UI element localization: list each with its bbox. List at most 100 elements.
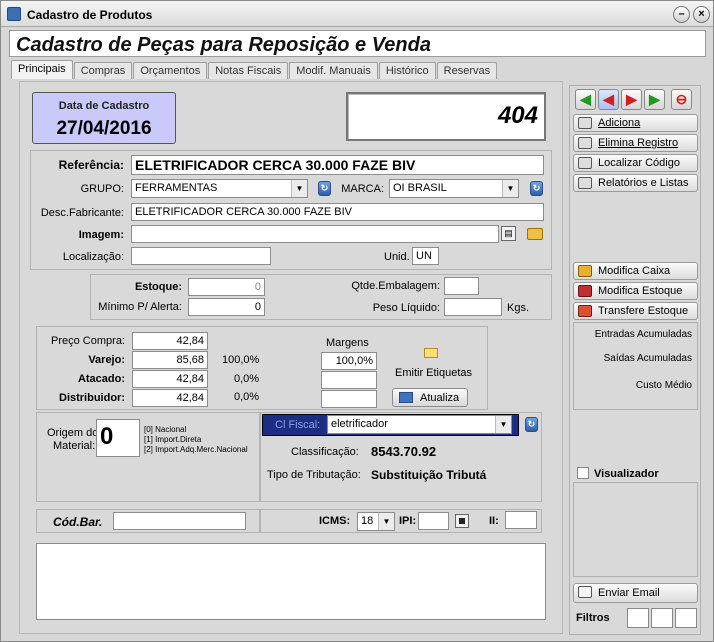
minimize-icon[interactable]: –: [673, 6, 690, 23]
cl-fiscal-select[interactable]: eletrificador ▼: [327, 415, 512, 434]
estoque-input: 0: [188, 278, 265, 296]
adiciona-button[interactable]: Adiciona: [573, 114, 698, 132]
grupo-lookup-icon[interactable]: ↻: [318, 181, 331, 196]
emitir-etiquetas-label[interactable]: Emitir Etiquetas: [395, 367, 472, 379]
marca-lookup-icon[interactable]: ↻: [530, 181, 543, 196]
imagem-input[interactable]: [131, 225, 499, 243]
margem-varejo-input[interactable]: 100,0%: [321, 352, 377, 370]
estoque-label: Estoque:: [134, 281, 182, 293]
filtro-field-1[interactable]: [627, 608, 649, 628]
notes-textarea[interactable]: [36, 543, 546, 620]
transfere-estoque-button[interactable]: Transfere Estoque: [573, 302, 698, 320]
ii-input[interactable]: [505, 511, 537, 529]
enviar-email-button[interactable]: Enviar Email: [573, 583, 698, 603]
margem-atacado-input[interactable]: [321, 371, 377, 389]
tab-compras[interactable]: Compras: [73, 62, 133, 79]
chevron-down-icon[interactable]: ▼: [495, 416, 511, 433]
clipboard-icon[interactable]: ▤: [501, 226, 516, 241]
enviar-email-label: Enviar Email: [598, 587, 660, 599]
icms-value: 18: [361, 515, 374, 527]
icms-label: ICMS:: [319, 515, 351, 527]
visualizador-checkbox[interactable]: [577, 467, 589, 479]
last-record-icon[interactable]: ▶: [644, 89, 665, 110]
title-bar: Cadastro de Produtos – ×: [1, 1, 713, 27]
page-header: Cadastro de Peças para Reposição e Venda: [9, 30, 706, 57]
relatorios-button[interactable]: Relatórios e Listas: [573, 174, 698, 192]
filtro-field-2[interactable]: [651, 608, 673, 628]
chevron-down-icon[interactable]: ▼: [502, 180, 518, 197]
codbar-input[interactable]: [113, 512, 246, 530]
peso-liquido-label: Peso Líquido:: [372, 302, 440, 314]
custo-label: Custo Médio: [635, 380, 692, 391]
unid-input[interactable]: UN: [412, 247, 439, 265]
printer-icon: [578, 137, 592, 149]
desc-fabricante-input[interactable]: ELETRIFICADOR CERCA 30.000 FAZE BIV: [131, 203, 544, 221]
unid-label: Unid.: [384, 251, 410, 263]
tab-modif-manuais[interactable]: Modif. Manuais: [289, 62, 378, 79]
referencia-label: Referência:: [58, 158, 124, 172]
origem-option-0: [0] Nacional: [144, 425, 187, 434]
saidas-label: Saídas Acumuladas: [603, 353, 692, 364]
peso-unit: Kgs.: [507, 302, 530, 314]
atualiza-label: Atualiza: [420, 392, 460, 404]
printer-icon: [578, 177, 592, 189]
tab-orcamentos[interactable]: Orçamentos: [133, 62, 208, 79]
varejo-input[interactable]: 85,68: [132, 351, 208, 369]
tab-bar: Principais Compras Orçamentos Notas Fisc…: [11, 60, 498, 80]
cancel-icon[interactable]: ⊖: [671, 89, 692, 110]
folder-icon[interactable]: [527, 228, 543, 240]
relatorios-label: Relatórios e Listas: [598, 177, 689, 189]
main-window: Cadastro de Produtos – × Cadastro de Peç…: [0, 0, 714, 642]
ipi-toggle-button[interactable]: [455, 514, 469, 528]
qtde-embalagem-input[interactable]: [444, 277, 479, 295]
atualiza-button[interactable]: Atualiza: [392, 388, 468, 407]
distribuidor-input[interactable]: 42,84: [132, 389, 208, 407]
close-icon[interactable]: ×: [693, 6, 710, 23]
elimina-registro-button[interactable]: Elimina Registro: [573, 134, 698, 152]
grupo-select[interactable]: FERRAMENTAS ▼: [131, 179, 308, 198]
first-record-icon[interactable]: ◀: [575, 89, 596, 110]
marca-select[interactable]: OI BRASIL ▼: [389, 179, 519, 198]
transfere-label: Transfere Estoque: [598, 305, 689, 317]
chevron-down-icon[interactable]: ▼: [378, 513, 394, 530]
tributacao-value: Substituição Tributá: [371, 468, 487, 482]
label-print-icon: [424, 348, 438, 358]
printer-icon: [578, 117, 592, 129]
localizacao-input[interactable]: [131, 247, 271, 265]
origem-input[interactable]: 0: [96, 419, 140, 457]
peso-liquido-input[interactable]: [444, 298, 502, 316]
modifica-estoque-button[interactable]: Modifica Estoque: [573, 282, 698, 300]
stock-icon: [578, 285, 592, 297]
tab-reservas[interactable]: Reservas: [436, 62, 498, 79]
margem-distribuidor-input[interactable]: [321, 390, 377, 408]
localizar-codigo-button[interactable]: Localizar Código: [573, 154, 698, 172]
ipi-input[interactable]: [418, 512, 449, 530]
main-panel: Data de Cadastro 27/04/2016 404 Referênc…: [19, 81, 563, 634]
varejo-label: Varejo:: [88, 354, 125, 366]
grupo-value: FERRAMENTAS: [135, 182, 218, 194]
modifica-caixa-button[interactable]: Modifica Caixa: [573, 262, 698, 280]
entradas-label: Entradas Acumuladas: [594, 329, 692, 340]
referencia-input[interactable]: ELETRIFICADOR CERCA 30.000 FAZE BIV: [131, 155, 544, 175]
filtro-field-3[interactable]: [675, 608, 697, 628]
cl-fiscal-lookup-icon[interactable]: ↻: [525, 417, 538, 432]
codbar-label: Cód.Bar.: [53, 515, 103, 529]
icms-select[interactable]: 18 ▼: [357, 512, 395, 531]
classificacao-label: Classificação:: [291, 446, 359, 458]
tab-principais[interactable]: Principais: [11, 60, 73, 79]
preco-compra-input[interactable]: 42,84: [132, 332, 208, 350]
chevron-down-icon[interactable]: ▼: [291, 180, 307, 197]
tributacao-label: Tipo de Tributação:: [267, 469, 361, 481]
marca-label: MARCA:: [341, 183, 384, 195]
origem-option-1: [1] Import.Direta: [144, 435, 202, 444]
atacado-input[interactable]: 42,84: [132, 370, 208, 388]
tab-historico[interactable]: Histórico: [378, 62, 436, 79]
date-label: Data de Cadastro: [58, 100, 150, 112]
previous-record-icon[interactable]: ◀: [598, 89, 619, 110]
tab-notas-fiscais[interactable]: Notas Fiscais: [208, 62, 289, 79]
next-record-icon[interactable]: ▶: [621, 89, 642, 110]
minimo-input[interactable]: 0: [188, 298, 265, 316]
margens-label: Margens: [326, 337, 369, 349]
stop-icon: [459, 518, 465, 524]
visualizador-label: Visualizador: [594, 468, 659, 480]
